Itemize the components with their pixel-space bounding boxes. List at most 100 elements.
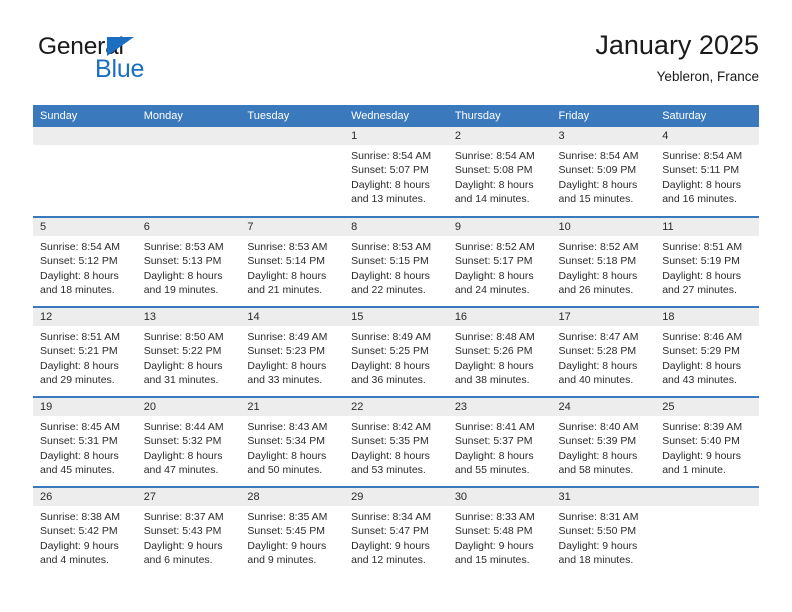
day-sunrise-text: Sunrise: 8:31 AM bbox=[558, 511, 639, 523]
weekday-header-sunday: Sunday bbox=[33, 105, 137, 127]
day-sunset-text: Sunset: 5:28 PM bbox=[558, 345, 637, 358]
calendar-day-cell[interactable]: 1 Sunrise: 8:54 AM Sunset: 5:07 PM Daylight… bbox=[344, 127, 448, 217]
day-daylight-1-text: Daylight: 8 hours bbox=[662, 269, 742, 282]
general-blue-logo[interactable]: General Blue bbox=[38, 34, 228, 90]
day-sunset-text: Sunset: 5:25 PM bbox=[351, 345, 429, 358]
day-daylight-2-text: and 18 minutes. bbox=[558, 554, 634, 567]
day-sun-info: Sunrise: 8:51 AM Sunset: 5:19 PM Daylight:… bbox=[655, 236, 759, 298]
day-daylight-2-text: and 12 minutes. bbox=[351, 554, 426, 567]
day-daylight-1-text: Daylight: 8 hours bbox=[351, 449, 430, 462]
day-sun-info: Sunrise: 8:43 AM Sunset: 5:34 PM Daylight:… bbox=[240, 416, 344, 478]
calendar-day-cell[interactable]: 21 Sunrise: 8:43 AM Sunset: 5:34 PM Dayligh… bbox=[240, 396, 345, 487]
day-sun-info: Sunrise: 8:41 AM Sunset: 5:37 PM Daylight:… bbox=[448, 416, 552, 478]
day-daylight-1-text: Daylight: 8 hours bbox=[247, 359, 327, 372]
day-number: 27 bbox=[136, 488, 241, 506]
day-daylight-2-text: and 16 minutes. bbox=[662, 193, 737, 206]
day-daylight-1-text: Daylight: 8 hours bbox=[40, 359, 119, 372]
day-sunrise-text: Sunrise: 8:53 AM bbox=[247, 241, 328, 253]
calendar-day-cell-empty bbox=[655, 486, 759, 577]
calendar-day-cell[interactable]: 26 Sunrise: 8:38 AM Sunset: 5:42 PM Dayligh… bbox=[33, 486, 137, 577]
day-daylight-1-text: Daylight: 9 hours bbox=[662, 449, 742, 462]
day-sunset-text: Sunset: 5:37 PM bbox=[454, 435, 533, 448]
day-number: 16 bbox=[447, 308, 552, 326]
weekday-header-thursday: Thursday bbox=[447, 105, 552, 127]
day-number: 23 bbox=[447, 398, 552, 416]
day-sun-info: Sunrise: 8:33 AM Sunset: 5:48 PM Daylight:… bbox=[448, 506, 552, 568]
calendar-day-cell[interactable]: 8 Sunrise: 8:53 AM Sunset: 5:15 PM Daylight… bbox=[344, 216, 448, 307]
calendar-day-cell[interactable]: 29 Sunrise: 8:34 AM Sunset: 5:47 PM Dayligh… bbox=[344, 486, 448, 577]
day-sun-info: Sunrise: 8:40 AM Sunset: 5:39 PM Daylight:… bbox=[552, 416, 656, 478]
day-daylight-2-text: and 38 minutes. bbox=[454, 374, 530, 387]
calendar-day-cell[interactable]: 17 Sunrise: 8:47 AM Sunset: 5:28 PM Dayligh… bbox=[551, 306, 656, 397]
day-daylight-2-text: and 15 minutes. bbox=[454, 554, 530, 567]
day-number: 9 bbox=[447, 218, 552, 236]
day-sunrise-text: Sunrise: 8:40 AM bbox=[558, 421, 639, 433]
day-number: 12 bbox=[33, 308, 137, 326]
calendar-day-cell[interactable]: 16 Sunrise: 8:48 AM Sunset: 5:26 PM Dayligh… bbox=[447, 306, 552, 397]
calendar-day-cell[interactable]: 10 Sunrise: 8:52 AM Sunset: 5:18 PM Dayligh… bbox=[551, 216, 656, 307]
calendar-day-cell[interactable]: 20 Sunrise: 8:44 AM Sunset: 5:32 PM Dayligh… bbox=[136, 396, 241, 487]
weekday-header-wednesday: Wednesday bbox=[344, 105, 448, 127]
day-number bbox=[33, 127, 137, 145]
calendar-day-cell[interactable]: 7 Sunrise: 8:53 AM Sunset: 5:14 PM Daylight… bbox=[240, 216, 345, 307]
calendar-day-cell[interactable]: 24 Sunrise: 8:40 AM Sunset: 5:39 PM Dayligh… bbox=[551, 396, 656, 487]
calendar-header-row: Sunday Monday Tuesday Wednesday Thursday Frid… bbox=[33, 105, 759, 127]
calendar-day-cell[interactable]: 6 Sunrise: 8:53 AM Sunset: 5:13 PM Daylight… bbox=[136, 216, 241, 307]
calendar-day-cell[interactable]: 23 Sunrise: 8:41 AM Sunset: 5:37 PM Dayligh… bbox=[447, 396, 552, 487]
day-sun-info: Sunrise: 8:44 AM Sunset: 5:32 PM Daylight:… bbox=[137, 416, 241, 478]
calendar-day-cell[interactable]: 3 Sunrise: 8:54 AM Sunset: 5:09 PM Daylight… bbox=[551, 127, 656, 217]
day-sunset-text: Sunset: 5:40 PM bbox=[662, 435, 740, 448]
calendar-day-cell[interactable]: 2 Sunrise: 8:54 AM Sunset: 5:08 PM Daylight… bbox=[447, 127, 552, 217]
day-sunset-text: Sunset: 5:13 PM bbox=[143, 255, 222, 268]
day-daylight-1-text: Daylight: 8 hours bbox=[143, 359, 223, 372]
day-daylight-2-text: and 58 minutes. bbox=[558, 464, 634, 477]
day-sunset-text: Sunset: 5:11 PM bbox=[662, 164, 740, 177]
calendar-day-cell[interactable]: 14 Sunrise: 8:49 AM Sunset: 5:23 PM Dayligh… bbox=[240, 306, 345, 397]
day-sun-info: Sunrise: 8:39 AM Sunset: 5:40 PM Daylight:… bbox=[655, 416, 759, 478]
day-daylight-1-text: Daylight: 8 hours bbox=[247, 449, 327, 462]
day-sun-info: Sunrise: 8:53 AM Sunset: 5:13 PM Daylight:… bbox=[137, 236, 241, 298]
day-number: 18 bbox=[655, 308, 759, 326]
day-sun-info: Sunrise: 8:54 AM Sunset: 5:07 PM Daylight:… bbox=[344, 145, 448, 207]
day-number: 20 bbox=[136, 398, 241, 416]
day-daylight-1-text: Daylight: 8 hours bbox=[558, 178, 638, 191]
day-sunset-text: Sunset: 5:45 PM bbox=[247, 525, 326, 538]
calendar-week-row: 1 Sunrise: 8:54 AM Sunset: 5:07 PM Daylight… bbox=[33, 127, 759, 217]
calendar-day-cell[interactable]: 12 Sunrise: 8:51 AM Sunset: 5:21 PM Dayligh… bbox=[33, 306, 137, 397]
calendar-day-cell[interactable]: 31 Sunrise: 8:31 AM Sunset: 5:50 PM Dayligh… bbox=[551, 486, 656, 577]
calendar-day-cell[interactable]: 28 Sunrise: 8:35 AM Sunset: 5:45 PM Dayligh… bbox=[240, 486, 345, 577]
day-number: 15 bbox=[344, 308, 448, 326]
day-sun-info: Sunrise: 8:31 AM Sunset: 5:50 PM Daylight:… bbox=[552, 506, 656, 568]
calendar-day-cell[interactable]: 18 Sunrise: 8:46 AM Sunset: 5:29 PM Dayligh… bbox=[655, 306, 759, 397]
calendar-day-cell-empty bbox=[240, 127, 345, 217]
day-sunset-text: Sunset: 5:08 PM bbox=[454, 164, 533, 177]
page-title: January 2025 bbox=[595, 30, 759, 60]
day-sunset-text: Sunset: 5:23 PM bbox=[247, 345, 326, 358]
day-number: 28 bbox=[240, 488, 345, 506]
calendar-day-cell[interactable]: 13 Sunrise: 8:50 AM Sunset: 5:22 PM Dayligh… bbox=[136, 306, 241, 397]
day-sunset-text: Sunset: 5:14 PM bbox=[247, 255, 326, 268]
calendar-day-cell[interactable]: 15 Sunrise: 8:49 AM Sunset: 5:25 PM Dayligh… bbox=[344, 306, 448, 397]
day-number: 31 bbox=[551, 488, 656, 506]
day-daylight-2-text: and 45 minutes. bbox=[40, 464, 115, 477]
day-sun-info: Sunrise: 8:34 AM Sunset: 5:47 PM Daylight:… bbox=[344, 506, 448, 568]
calendar-day-cell[interactable]: 11 Sunrise: 8:51 AM Sunset: 5:19 PM Dayligh… bbox=[655, 216, 759, 307]
calendar-day-cell[interactable]: 4 Sunrise: 8:54 AM Sunset: 5:11 PM Daylight… bbox=[655, 127, 759, 217]
calendar-day-cell[interactable]: 5 Sunrise: 8:54 AM Sunset: 5:12 PM Daylight… bbox=[33, 216, 137, 307]
calendar-day-cell[interactable]: 27 Sunrise: 8:37 AM Sunset: 5:43 PM Dayligh… bbox=[136, 486, 241, 577]
day-number: 11 bbox=[655, 218, 759, 236]
day-number: 29 bbox=[344, 488, 448, 506]
day-daylight-1-text: Daylight: 8 hours bbox=[454, 269, 534, 282]
calendar-day-cell[interactable]: 25 Sunrise: 8:39 AM Sunset: 5:40 PM Dayligh… bbox=[655, 396, 759, 487]
day-daylight-2-text: and 21 minutes. bbox=[247, 284, 323, 297]
day-daylight-1-text: Daylight: 8 hours bbox=[40, 449, 119, 462]
day-number: 7 bbox=[240, 218, 345, 236]
calendar-day-cell[interactable]: 9 Sunrise: 8:52 AM Sunset: 5:17 PM Daylight… bbox=[447, 216, 552, 307]
day-number: 10 bbox=[551, 218, 656, 236]
day-number: 4 bbox=[655, 127, 759, 145]
day-number: 2 bbox=[447, 127, 552, 145]
day-sunset-text: Sunset: 5:12 PM bbox=[40, 255, 118, 268]
calendar-day-cell[interactable]: 30 Sunrise: 8:33 AM Sunset: 5:48 PM Dayligh… bbox=[447, 486, 552, 577]
calendar-day-cell[interactable]: 22 Sunrise: 8:42 AM Sunset: 5:35 PM Dayligh… bbox=[344, 396, 448, 487]
calendar-day-cell[interactable]: 19 Sunrise: 8:45 AM Sunset: 5:31 PM Dayligh… bbox=[33, 396, 137, 487]
